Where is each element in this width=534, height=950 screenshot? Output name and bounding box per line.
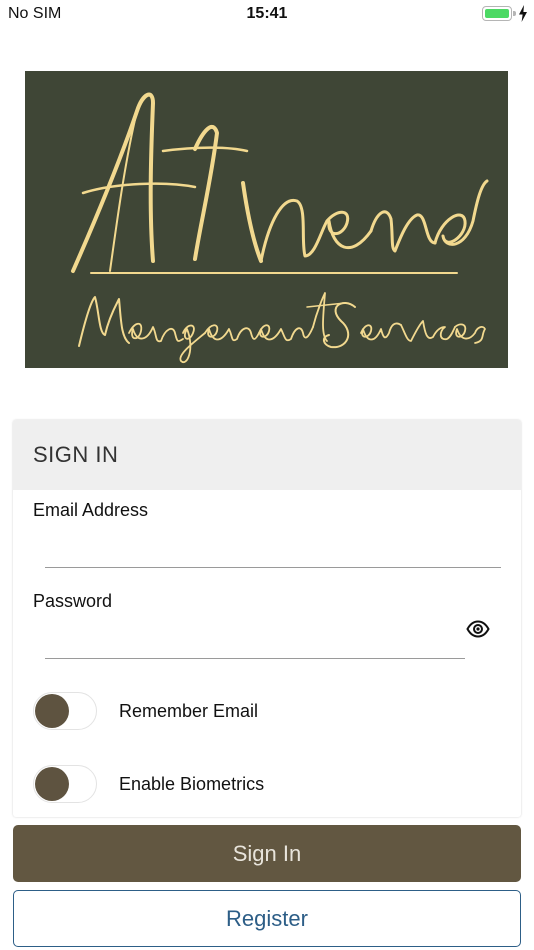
password-field[interactable]	[45, 629, 465, 659]
status-bar: No SIM 15:41	[0, 0, 534, 28]
status-time: 15:41	[246, 5, 288, 22]
enable-biometrics-toggle[interactable]	[33, 765, 97, 803]
battery-level	[485, 9, 509, 18]
company-logo	[25, 71, 508, 368]
password-label: Password	[33, 591, 113, 611]
email-field[interactable]	[45, 538, 501, 568]
toggle-knob	[35, 694, 69, 728]
athena-logo-image	[71, 92, 489, 364]
sign-in-button[interactable]: Sign In	[13, 825, 521, 882]
sign-in-header: SIGN IN	[13, 420, 521, 490]
eye-icon[interactable]	[466, 617, 490, 641]
sign-in-card: SIGN IN Email Address Password Remember …	[13, 420, 521, 817]
register-button[interactable]: Register	[13, 890, 521, 947]
remember-email-toggle[interactable]	[33, 692, 97, 730]
enable-biometrics-label: Enable Biometrics	[119, 774, 265, 794]
charging-icon	[519, 5, 527, 22]
remember-email-row: Remember Email	[33, 692, 503, 732]
toggle-knob	[35, 767, 69, 801]
remember-email-label: Remember Email	[119, 701, 259, 721]
enable-biometrics-row: Enable Biometrics	[33, 765, 503, 805]
email-label: Email Address	[33, 500, 149, 520]
battery-icon	[482, 6, 516, 21]
